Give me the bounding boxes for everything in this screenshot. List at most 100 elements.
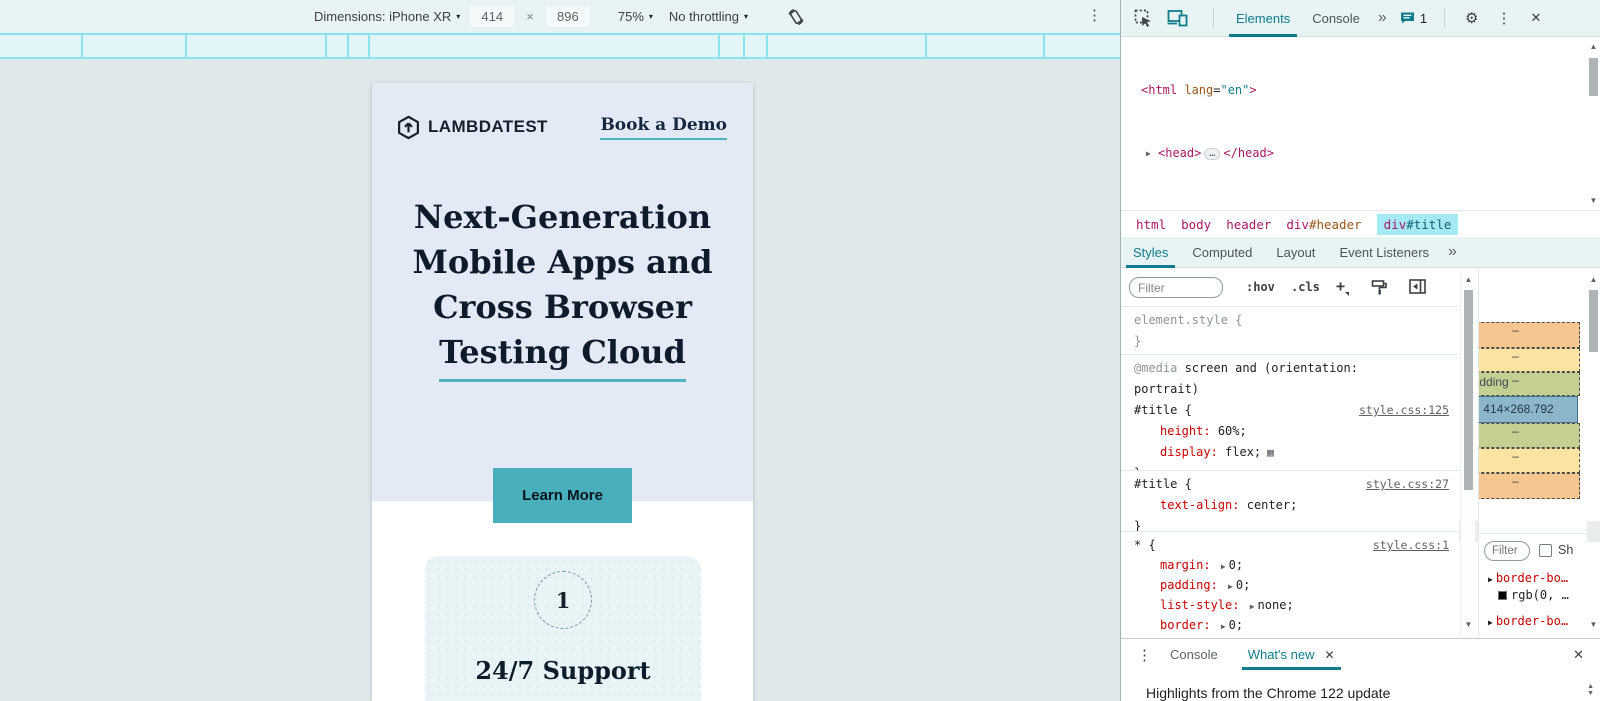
rendering-emulation-button[interactable] [1371, 279, 1388, 296]
toggle-device-toolbar-button[interactable] [1167, 9, 1188, 27]
device-select[interactable]: Dimensions: iPhone XR ▾ [314, 9, 460, 24]
elements-scrollbar[interactable]: ▲ ▼ [1586, 40, 1600, 210]
issues-counter[interactable]: 1 [1400, 11, 1427, 26]
headline-line-2: Mobile Apps and [412, 243, 713, 281]
scrollbar-thumb[interactable] [1589, 58, 1598, 96]
throttling-select[interactable]: No throttling ▾ [669, 9, 748, 24]
show-all-checkbox[interactable] [1539, 544, 1552, 557]
css-source-link[interactable]: style.css:27 [1366, 474, 1449, 495]
boxmodel-border-bottom[interactable]: – [1479, 448, 1580, 473]
tree-node-head[interactable]: ▶ <head>… </head> [1121, 143, 1585, 164]
scroll-up-icon[interactable]: ▲ [1461, 275, 1476, 284]
boxmodel-content[interactable]: 414×268.792 [1479, 396, 1578, 423]
settings-gear-button[interactable]: ⚙ [1465, 9, 1478, 27]
padding-label: padding [1479, 375, 1509, 389]
caret-down-icon: ▾ [456, 12, 461, 21]
device-select-label: Dimensions: iPhone XR [313, 9, 452, 24]
scrollbar-thumb[interactable] [1464, 290, 1473, 490]
tree-node-html[interactable]: <html lang="en"> [1121, 80, 1585, 101]
toggle-sidebar-button[interactable] [1409, 279, 1426, 294]
viewport-height-input[interactable] [545, 6, 590, 27]
devtools-more-button[interactable]: ⋮ [1497, 9, 1512, 27]
drawer-tab-console[interactable]: Console [1164, 639, 1224, 670]
toggle-class-button[interactable]: .cls [1291, 280, 1320, 294]
expand-arrow-icon[interactable]: ▶ [1146, 143, 1158, 164]
computed-property[interactable]: ▶ border-bo… [1485, 571, 1568, 585]
drawer-more-button[interactable]: ⋮ [1137, 646, 1152, 664]
drawer-tab-whats-new[interactable]: What's new ✕ [1241, 639, 1341, 670]
devtools-toolbar: Elements Console » 1 ⚙ ⋮ ✕ [1121, 0, 1600, 37]
boxmodel-padding-top[interactable]: padding– [1479, 372, 1580, 396]
computed-filter-input[interactable] [1484, 541, 1530, 561]
breadcrumb-html[interactable]: html [1136, 217, 1166, 232]
shorthand-expand-icon[interactable]: ▶ [1228, 582, 1233, 591]
toolbar-divider [1213, 8, 1214, 28]
device-toolbar-icon [1167, 10, 1188, 27]
boxmodel-padding-bottom[interactable]: – [1479, 423, 1580, 448]
tab-styles[interactable]: Styles [1121, 237, 1180, 268]
style-rule-title[interactable]: style.css:27 #title { text-align: center;… [1121, 471, 1459, 532]
drawer-scroll-arrows[interactable]: ▲ ▼ [1587, 683, 1594, 697]
sidebar-scrollbar[interactable]: ▲ ▼ [1586, 272, 1600, 636]
more-sidebar-tabs-button[interactable]: » [1448, 243, 1457, 261]
book-a-demo-link[interactable]: Book a Demo [600, 115, 727, 140]
tab-event-listeners[interactable]: Event Listeners [1327, 237, 1441, 268]
device-toolbar-more-button[interactable]: ⋮ [1087, 6, 1102, 24]
feature-title: 24/7 Support [475, 656, 651, 685]
shorthand-expand-icon[interactable]: ▶ [1250, 602, 1255, 611]
media-query-bar[interactable] [0, 33, 1120, 59]
paint-roller-icon [1371, 280, 1387, 295]
caret-down-icon: ▾ [744, 12, 749, 21]
scroll-down-icon[interactable]: ▼ [1586, 196, 1600, 205]
flex-editor-icon[interactable]: ▦ [1267, 446, 1274, 459]
breadcrumb-div-header[interactable]: div#header [1286, 217, 1361, 232]
tab-elements[interactable]: Elements [1225, 0, 1301, 37]
scroll-down-icon[interactable]: ▼ [1587, 690, 1594, 697]
shorthand-expand-icon[interactable]: ▶ [1221, 562, 1226, 571]
shorthand-expand-icon[interactable]: ▶ [1221, 622, 1226, 631]
devtools-drawer: ⋮ Console What's new ✕ ✕ Highlights from… [1121, 638, 1600, 701]
tab-computed[interactable]: Computed [1180, 237, 1264, 268]
toggle-hover-state-button[interactable]: :hov [1246, 280, 1275, 294]
emulated-viewport: LAMBDATEST Book a Demo Next-Generation M… [372, 83, 753, 701]
scrollbar-thumb[interactable] [1589, 290, 1598, 352]
boxmodel-margin-top[interactable]: – [1479, 322, 1580, 348]
breadcrumb-div-title-selected[interactable]: div#title [1376, 213, 1459, 235]
scroll-up-icon[interactable]: ▲ [1586, 42, 1600, 51]
boxmodel-border-top[interactable]: – [1479, 348, 1580, 372]
inline-expander[interactable]: … [1204, 148, 1221, 160]
scroll-up-icon[interactable]: ▲ [1587, 683, 1594, 690]
rotate-viewport-button[interactable] [786, 7, 806, 27]
style-rule-universal[interactable]: style.css:1 * { margin: ▶ 0; padding: ▶ 0; … [1121, 532, 1459, 638]
rotate-icon [788, 8, 804, 25]
css-source-link[interactable]: style.css:125 [1359, 400, 1449, 421]
close-tab-icon[interactable]: ✕ [1325, 648, 1335, 662]
lambdatest-logo[interactable]: LAMBDATEST [396, 115, 548, 140]
styles-filter-input[interactable] [1129, 277, 1223, 298]
zoom-select[interactable]: 75% ▾ [618, 9, 653, 24]
boxmodel-margin-bottom[interactable]: – [1479, 473, 1580, 499]
learn-more-button[interactable]: Learn More [493, 468, 632, 523]
scroll-down-icon[interactable]: ▼ [1586, 620, 1600, 629]
throttling-value: No throttling [668, 9, 740, 24]
breadcrumb-body[interactable]: body [1181, 217, 1211, 232]
styles-scrollbar[interactable]: ▲ ▼ [1460, 272, 1475, 636]
devtools-close-button[interactable]: ✕ [1531, 10, 1542, 26]
style-rule-element[interactable]: element.style { } [1121, 307, 1459, 355]
inspect-element-button[interactable] [1134, 9, 1153, 28]
css-source-link[interactable]: style.css:1 [1373, 535, 1449, 556]
viewport-width-input[interactable] [470, 6, 515, 27]
drawer-close-button[interactable]: ✕ [1573, 647, 1584, 663]
hero-section: LAMBDATEST Book a Demo Next-Generation M… [372, 83, 753, 501]
tab-layout[interactable]: Layout [1264, 237, 1327, 268]
style-rule-title-media[interactable]: @media screen and (orientation: portrait… [1121, 355, 1459, 471]
drawer-toolbar: ⋮ Console What's new ✕ ✕ [1121, 639, 1600, 670]
new-style-rule-button[interactable]: + [1336, 277, 1345, 295]
new-rule-dropdown-icon[interactable] [1345, 292, 1349, 296]
computed-property[interactable]: ▶ border-bo… [1485, 614, 1568, 628]
tab-console[interactable]: Console [1301, 0, 1371, 37]
breadcrumb-header[interactable]: header [1226, 217, 1271, 232]
more-tabs-button[interactable]: » [1378, 9, 1387, 27]
scroll-up-icon[interactable]: ▲ [1586, 275, 1600, 284]
scroll-down-icon[interactable]: ▼ [1461, 620, 1476, 629]
